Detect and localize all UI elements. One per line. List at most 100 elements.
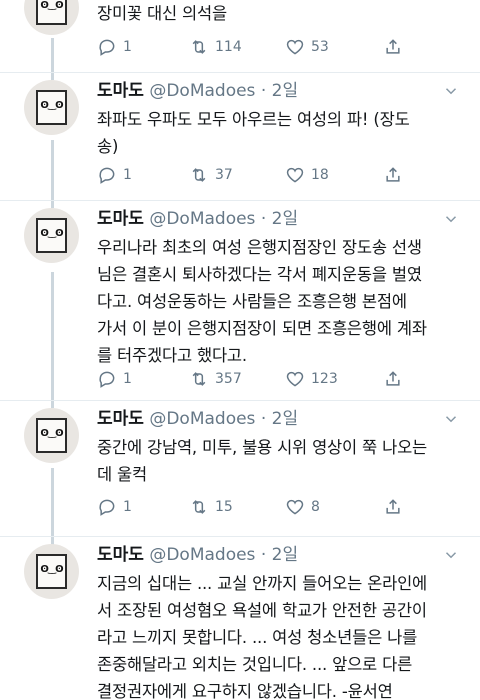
reply-icon <box>99 167 115 184</box>
tweet-actions: 1 114 53 <box>97 36 427 58</box>
tweet[interactable]: ʘ‿ʘ 도마도 @DoMadoes · 2일 좌파도 우파도 모두 아우르는 여… <box>0 80 480 208</box>
separator-dot: · <box>260 545 267 565</box>
share-button[interactable] <box>383 368 403 390</box>
avatar-frame: ʘ‿ʘ <box>36 218 67 253</box>
timestamp[interactable]: 2일 <box>272 545 298 565</box>
retweet-count: 357 <box>215 371 242 387</box>
tweet[interactable]: ʘ‿ʘ 도마도 @DoMadoes · 2일 지금의 십대는 ... 교실 안까… <box>0 544 480 700</box>
user-handle[interactable]: @DoMadoes <box>149 209 255 229</box>
retweet-count: 37 <box>215 167 233 183</box>
retweet-icon <box>192 168 206 182</box>
separator-dot: · <box>260 209 267 229</box>
display-name[interactable]: 도마도 <box>97 409 144 429</box>
retweet-button[interactable]: 114 <box>189 36 242 58</box>
divider <box>0 400 480 401</box>
reply-button[interactable]: 1 <box>97 368 132 390</box>
divider <box>0 200 480 201</box>
like-count: 8 <box>311 499 320 515</box>
reply-count: 1 <box>123 39 132 55</box>
tweet[interactable]: ʘ‿ʘ 장미꽃 대신 의석을 1 114 53 <box>0 0 480 72</box>
avatar-face-icon: ʘ‿ʘ <box>40 0 63 11</box>
tweet[interactable]: ʘ‿ʘ 도마도 @DoMadoes · 2일 우리나라 최초의 여성 은행지점장… <box>0 208 480 404</box>
tweet-text: 지금의 십대는 ... 교실 안까지 들어오는 온라인에 서 조장된 여성혐오 … <box>97 574 428 700</box>
chevron-down-icon[interactable] <box>442 546 460 564</box>
share-button[interactable] <box>383 496 403 518</box>
reply-count: 1 <box>123 499 132 515</box>
tweet-header: 도마도 @DoMadoes · 2일 <box>97 408 298 430</box>
avatar-face-icon: ʘ‿ʘ <box>40 564 63 575</box>
avatar-frame: ʘ‿ʘ <box>36 90 67 125</box>
user-handle[interactable]: @DoMadoes <box>149 409 255 429</box>
share-button[interactable] <box>383 164 403 186</box>
like-button[interactable]: 8 <box>285 496 320 518</box>
reply-button[interactable]: 1 <box>97 164 132 186</box>
chevron-down-icon[interactable] <box>442 82 460 100</box>
like-button[interactable]: 53 <box>285 36 329 58</box>
user-handle[interactable]: @DoMadoes <box>149 545 255 565</box>
heart-icon <box>286 499 304 515</box>
retweet-icon <box>192 372 206 386</box>
share-icon <box>386 39 400 54</box>
retweet-icon <box>192 500 206 514</box>
reply-icon <box>99 371 115 388</box>
reply-count: 1 <box>123 167 132 183</box>
display-name[interactable]: 도마도 <box>97 209 144 229</box>
separator-dot: · <box>260 409 267 429</box>
avatar-frame: ʘ‿ʘ <box>36 554 67 589</box>
like-button[interactable]: 123 <box>285 368 338 390</box>
separator-dot: · <box>260 81 267 101</box>
tweet-actions: 1 357 123 <box>97 368 427 390</box>
avatar[interactable]: ʘ‿ʘ <box>24 408 79 463</box>
timestamp[interactable]: 2일 <box>272 81 298 101</box>
avatar[interactable]: ʘ‿ʘ <box>24 208 79 263</box>
avatar-frame: ʘ‿ʘ <box>36 418 67 453</box>
tweet-actions: 1 15 8 <box>97 496 427 518</box>
avatar[interactable]: ʘ‿ʘ <box>24 80 79 135</box>
share-icon <box>386 167 400 182</box>
share-icon <box>386 371 400 386</box>
share-icon <box>386 499 400 514</box>
avatar-face-icon: ʘ‿ʘ <box>40 428 63 439</box>
retweet-count: 15 <box>215 499 233 515</box>
reply-count: 1 <box>123 371 132 387</box>
like-count: 123 <box>311 371 338 387</box>
tweet-header: 도마도 @DoMadoes · 2일 <box>97 80 298 102</box>
retweet-icon <box>192 40 206 54</box>
reply-icon <box>99 499 115 516</box>
reply-button[interactable]: 1 <box>97 36 132 58</box>
avatar-face-icon: ʘ‿ʘ <box>40 228 63 239</box>
retweet-button[interactable]: 15 <box>189 496 233 518</box>
reply-button[interactable]: 1 <box>97 496 132 518</box>
timestamp[interactable]: 2일 <box>272 409 298 429</box>
avatar[interactable]: ʘ‿ʘ <box>24 544 79 599</box>
divider <box>0 536 480 537</box>
tweet-header: 도마도 @DoMadoes · 2일 <box>97 544 298 566</box>
display-name[interactable]: 도마도 <box>97 545 144 565</box>
tweet-text: 중간에 강남역, 미투, 불용 시위 영상이 쭉 나오는 데 울컥 <box>97 438 428 484</box>
reply-icon <box>99 39 115 56</box>
heart-icon <box>286 167 304 183</box>
retweet-button[interactable]: 37 <box>189 164 233 186</box>
avatar-frame: ʘ‿ʘ <box>36 0 67 25</box>
tweet-header: 도마도 @DoMadoes · 2일 <box>97 208 298 230</box>
like-count: 53 <box>311 39 329 55</box>
heart-icon <box>286 371 304 387</box>
chevron-down-icon[interactable] <box>442 410 460 428</box>
display-name[interactable]: 도마도 <box>97 81 144 101</box>
tweet-actions: 1 37 18 <box>97 164 427 186</box>
tweet-text: 우리나라 최초의 여성 은행지점장인 장도송 선생 님은 결혼시 퇴사하겠다는 … <box>97 238 427 365</box>
retweet-count: 114 <box>215 39 242 55</box>
avatar-face-icon: ʘ‿ʘ <box>40 100 63 111</box>
tweet-text: 장미꽃 대신 의석을 <box>97 4 227 23</box>
timestamp[interactable]: 2일 <box>272 209 298 229</box>
avatar[interactable]: ʘ‿ʘ <box>24 0 79 35</box>
tweet-text: 좌파도 우파도 모두 아우르는 여성의 파! (장도 송) <box>97 110 410 156</box>
tweet[interactable]: ʘ‿ʘ 도마도 @DoMadoes · 2일 중간에 강남역, 미투, 불용 시… <box>0 408 480 536</box>
user-handle[interactable]: @DoMadoes <box>149 81 255 101</box>
heart-icon <box>286 39 304 55</box>
retweet-button[interactable]: 357 <box>189 368 242 390</box>
like-button[interactable]: 18 <box>285 164 329 186</box>
divider <box>0 72 480 73</box>
chevron-down-icon[interactable] <box>442 210 460 228</box>
share-button[interactable] <box>383 36 403 58</box>
